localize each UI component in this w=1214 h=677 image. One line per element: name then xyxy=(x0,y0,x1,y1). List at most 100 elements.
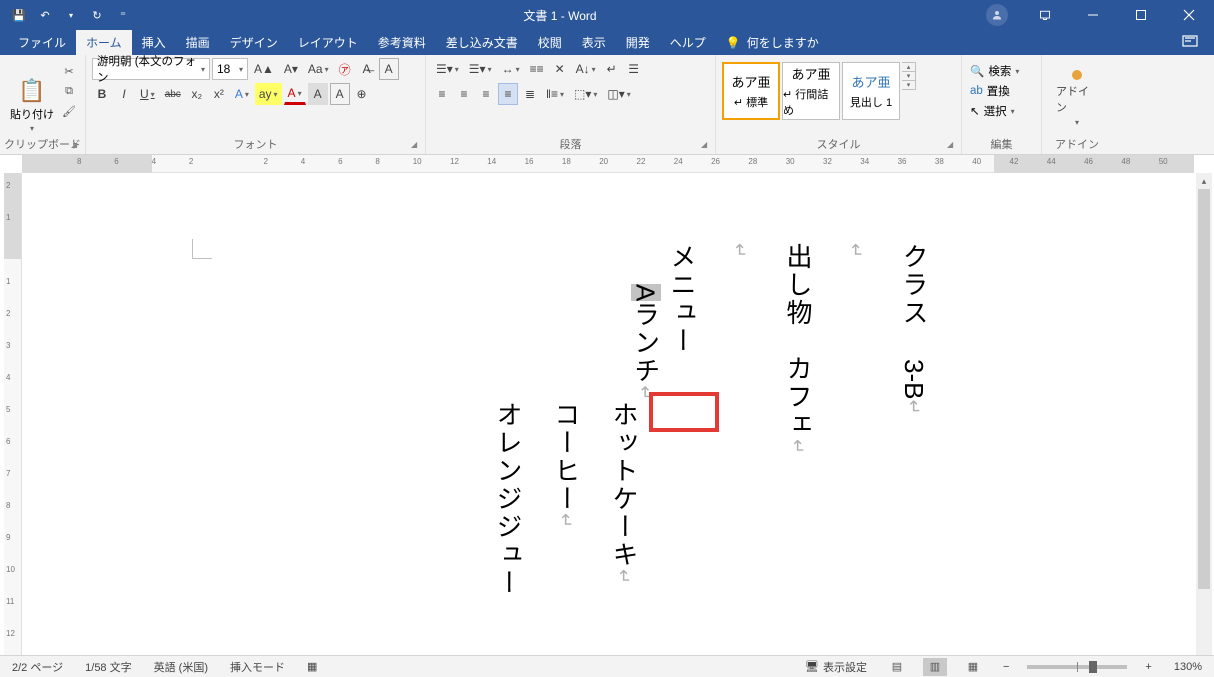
underline-button[interactable]: U xyxy=(136,83,159,105)
customize-qat[interactable]: ⁼ xyxy=(112,4,134,26)
styles-launcher[interactable]: ◢ xyxy=(947,140,957,150)
tab-review[interactable]: 校閲 xyxy=(528,30,572,55)
align-right-button[interactable]: ≡ xyxy=(476,83,496,105)
print-layout-view[interactable]: ▥ xyxy=(923,658,947,676)
tab-references[interactable]: 参考資料 xyxy=(368,30,436,55)
tell-me-search[interactable]: 💡 何をしますか xyxy=(716,30,829,55)
select-button[interactable]: ↖選択▾ xyxy=(968,102,1035,120)
scroll-thumb[interactable] xyxy=(1198,189,1210,589)
line-spacing-button[interactable]: ‖≡ xyxy=(542,83,568,105)
decrease-indent-button[interactable]: ≡≡ xyxy=(526,58,548,80)
text-col-event[interactable]: 出し物 カフェ↵ xyxy=(780,243,816,456)
text-col-empty1[interactable]: ↵ xyxy=(838,243,874,260)
increase-indent-button[interactable]: ✕ xyxy=(550,58,570,80)
text-col-class[interactable]: クラス 3-B↵ xyxy=(896,243,932,417)
italic-button[interactable]: I xyxy=(114,83,134,105)
align-left-button[interactable]: ≡ xyxy=(432,83,452,105)
save-icon[interactable]: 💾 xyxy=(8,4,30,26)
show-marks-button[interactable]: ☰ xyxy=(624,58,644,80)
web-layout-view[interactable]: ▦ xyxy=(961,658,985,676)
insert-mode-status[interactable]: 挿入モード xyxy=(226,659,289,675)
multilevel-list-button[interactable]: ↔ xyxy=(498,58,524,80)
phonetic-guide-button[interactable]: ㋐ xyxy=(335,58,355,80)
text-col-orange[interactable]: オレンジジュー xyxy=(490,401,526,597)
distribute-button[interactable]: ≣ xyxy=(520,83,540,105)
copy-icon[interactable]: ⧉ xyxy=(60,82,78,100)
clipboard-launcher[interactable]: ◢ xyxy=(71,140,81,150)
clear-formatting-button[interactable]: A̶ xyxy=(357,58,377,80)
borders-button[interactable]: ◫▾ xyxy=(603,83,634,105)
read-mode-view[interactable]: ▤ xyxy=(885,658,909,676)
change-case-button[interactable]: Aa xyxy=(304,58,333,80)
font-color-button[interactable]: A xyxy=(284,83,306,105)
style-no-spacing[interactable]: あア亜 ↵ 行間詰め xyxy=(782,62,840,120)
subscript-button[interactable]: x₂ xyxy=(187,83,207,105)
language-status[interactable]: 英語 (米国) xyxy=(150,659,212,675)
redo-icon[interactable]: ↻ xyxy=(86,4,108,26)
paragraph-launcher[interactable]: ◢ xyxy=(701,140,711,150)
tab-layout[interactable]: レイアウト xyxy=(288,30,368,55)
text-effects-button[interactable]: A xyxy=(231,83,253,105)
close-button[interactable] xyxy=(1166,0,1212,30)
char-shading-button[interactable]: A xyxy=(308,83,328,105)
font-name-combo[interactable]: 游明朝 (本文のフォン▾ xyxy=(92,58,210,80)
undo-dropdown[interactable]: ▾ xyxy=(60,4,82,26)
document-area[interactable]: クラス 3-B↵ ↵ 出し物 カフェ↵ ↵ メニュー Aランチ↵ ホットケーキ↵… xyxy=(22,173,1194,655)
replace-button[interactable]: ab置換 xyxy=(968,82,1035,100)
tab-home[interactable]: ホーム xyxy=(76,30,132,55)
share-button[interactable] xyxy=(1174,30,1206,55)
align-center-button[interactable]: ≡ xyxy=(454,83,474,105)
selected-letter-a[interactable]: A xyxy=(631,284,661,301)
cut-icon[interactable]: ✂ xyxy=(60,62,78,80)
superscript-button[interactable]: x² xyxy=(209,83,229,105)
style-normal[interactable]: あア亜 ↵ 標準 xyxy=(722,62,780,120)
grow-font-button[interactable]: A▲ xyxy=(250,58,278,80)
tab-design[interactable]: デザイン xyxy=(220,30,288,55)
tab-draw[interactable]: 描画 xyxy=(176,30,220,55)
ribbon-display-options-icon[interactable] xyxy=(1022,0,1068,30)
addins-button[interactable]: アドイン ▾ xyxy=(1048,58,1106,127)
horizontal-ruler[interactable]: 8642246810121416182022242628303234363840… xyxy=(22,155,1194,173)
tab-insert[interactable]: 挿入 xyxy=(132,30,176,55)
find-button[interactable]: 🔍検索▾ xyxy=(968,62,1035,80)
text-col-empty2[interactable]: ↵ xyxy=(722,243,758,260)
enclose-char-button[interactable]: A xyxy=(379,58,399,80)
text-col-hotcake[interactable]: ホットケーキ↵ xyxy=(606,401,642,586)
scroll-up-icon[interactable]: ▴ xyxy=(1196,173,1212,189)
bold-button[interactable]: B xyxy=(92,83,112,105)
shrink-font-button[interactable]: A▾ xyxy=(280,58,302,80)
zoom-slider[interactable] xyxy=(1027,665,1127,669)
tab-developer[interactable]: 開発 xyxy=(616,30,660,55)
strikethrough-button[interactable]: abc xyxy=(161,83,185,105)
char-border-button[interactable]: A xyxy=(330,83,350,105)
font-launcher[interactable]: ◢ xyxy=(411,140,421,150)
shading-button[interactable]: ⬚▾ xyxy=(570,83,601,105)
align-justify-button[interactable]: ≡ xyxy=(498,83,518,105)
undo-icon[interactable]: ↶ xyxy=(34,4,56,26)
asian-layout-button[interactable]: A↓ xyxy=(572,58,600,80)
enclose-characters-button[interactable]: ⊕ xyxy=(352,83,372,105)
user-account-icon[interactable] xyxy=(986,4,1008,26)
vertical-scrollbar[interactable]: ▴ xyxy=(1196,173,1212,655)
text-col-menu[interactable]: メニュー Aランチ↵ xyxy=(627,243,700,402)
numbering-button[interactable]: ☰▾ xyxy=(465,58,496,80)
text-col-coffee[interactable]: コーヒー↵ xyxy=(548,401,584,530)
tab-help[interactable]: ヘルプ xyxy=(660,30,716,55)
zoom-out-button[interactable]: − xyxy=(999,661,1013,673)
format-painter-icon[interactable]: 🖌 xyxy=(60,102,78,120)
tab-mailings[interactable]: 差し込み文書 xyxy=(436,30,528,55)
tab-view[interactable]: 表示 xyxy=(572,30,616,55)
highlight-button[interactable]: ay xyxy=(255,83,282,105)
zoom-in-button[interactable]: + xyxy=(1141,661,1155,673)
tab-file[interactable]: ファイル xyxy=(8,30,76,55)
zoom-level[interactable]: 130% xyxy=(1170,661,1206,673)
style-heading1[interactable]: あア亜 見出し 1 xyxy=(842,62,900,120)
style-gallery-nav[interactable]: ▴▾▾ xyxy=(902,62,916,90)
macro-icon[interactable]: ▦ xyxy=(303,660,321,673)
display-settings[interactable]: 🖥表示設定 xyxy=(801,659,871,675)
page-number-status[interactable]: 2/2 ページ xyxy=(8,659,67,675)
bullets-button[interactable]: ☰▾ xyxy=(432,58,463,80)
minimize-button[interactable] xyxy=(1070,0,1116,30)
sort-button[interactable]: ↵ xyxy=(602,58,622,80)
vertical-ruler[interactable]: 21123456789101112 xyxy=(4,173,22,655)
